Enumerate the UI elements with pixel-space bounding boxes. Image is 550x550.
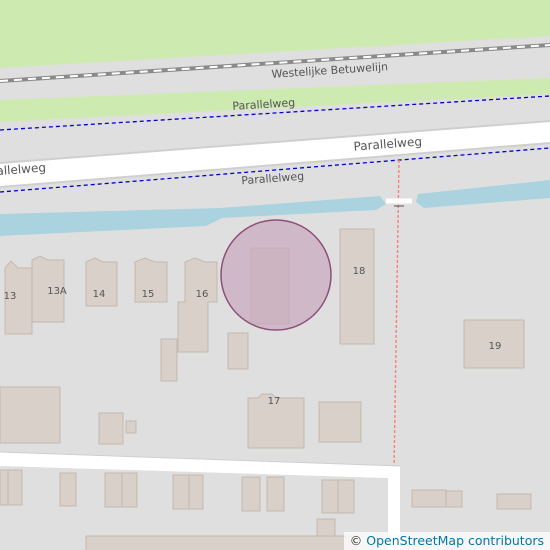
building-row-2 (59, 472, 77, 507)
map-canvas[interactable]: Westelijke Betuwelijn Parallelweg Parall… (0, 0, 550, 550)
building-small-a (98, 412, 124, 445)
copyright-symbol: © (349, 533, 363, 548)
building-east-b (445, 490, 463, 508)
building-18 (339, 228, 375, 345)
building-row-3 (104, 472, 138, 508)
house-number-16: 16 (196, 289, 209, 300)
house-number-15: 15 (142, 289, 155, 300)
building-east-c (496, 493, 532, 510)
map-attribution: © OpenStreetMap contributors (343, 532, 550, 550)
building-annex-b (227, 332, 249, 370)
building-bottom-row (85, 535, 357, 550)
building-west-large (0, 386, 61, 444)
house-number-13: 13 (4, 291, 17, 302)
house-number-19: 19 (489, 341, 502, 352)
house-number-14: 14 (93, 289, 106, 300)
building-east-17 (318, 401, 362, 443)
building-row-1 (0, 469, 23, 506)
building-row-5 (241, 476, 261, 512)
attribution-link[interactable]: OpenStreetMap contributors (366, 533, 544, 548)
building-row-4 (172, 474, 204, 510)
building-annex-a (160, 338, 178, 382)
house-number-13a: 13A (47, 286, 67, 297)
building-small-b (125, 420, 137, 434)
building-east-a (411, 489, 447, 508)
location-marker-circle[interactable] (220, 219, 332, 331)
house-number-18: 18 (353, 266, 366, 277)
building-row-8 (316, 518, 336, 537)
building-row-6 (266, 476, 285, 512)
house-number-17: 17 (268, 396, 281, 407)
